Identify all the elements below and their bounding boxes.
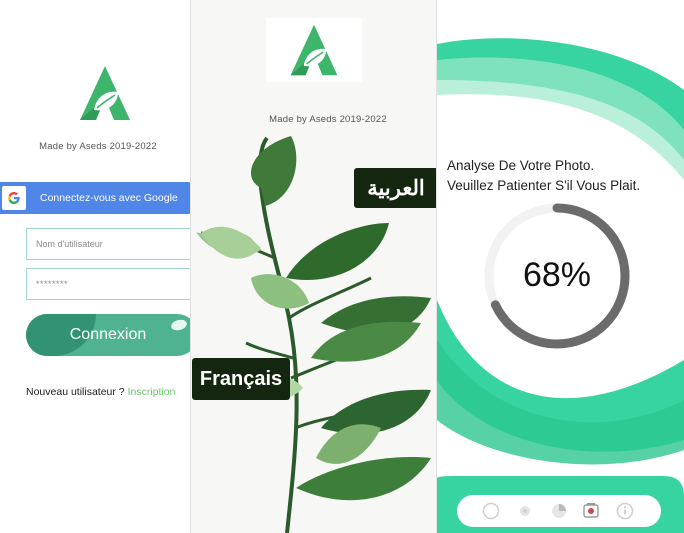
analysis-line-1: Analyse De Votre Photo. [447, 158, 595, 173]
google-signin-button[interactable]: Connectez-vous avec Google [0, 182, 190, 214]
app-logo-icon [80, 66, 130, 120]
bottom-nav [457, 495, 661, 527]
login-screen: Made by Aseds 2019-2022 Connectez-vous a… [0, 0, 190, 533]
language-screen: Made by Aseds 2019-2022 العربية Français [190, 0, 437, 533]
nav-home-icon[interactable] [481, 501, 501, 521]
analysis-screen: Analyse De Votre Photo. Veuillez Patient… [437, 0, 684, 533]
google-signin-label: Connectez-vous avec Google [40, 192, 178, 204]
login-button-label: Connexion [69, 326, 147, 343]
nav-dot-icon[interactable] [515, 501, 535, 521]
login-button[interactable]: Connexion [26, 314, 190, 356]
signup-prompt: Nouveau utilisateur ? Inscription [26, 386, 175, 398]
nav-photo-icon[interactable] [581, 501, 601, 521]
logo-card [266, 18, 362, 82]
analysis-message: Analyse De Votre Photo. Veuillez Patient… [447, 156, 640, 196]
nav-chart-icon[interactable] [549, 501, 569, 521]
arabic-language-option[interactable]: العربية [354, 168, 436, 208]
username-input[interactable]: Nom d'utilisateur [26, 228, 190, 260]
french-language-option[interactable]: Français [192, 358, 290, 400]
password-input[interactable]: ******** [26, 268, 190, 300]
nav-info-icon[interactable] [615, 501, 635, 521]
screenshot-collage: Made by Aseds 2019-2022 Connectez-vous a… [0, 0, 684, 533]
progress-percent: 68% [522, 256, 592, 294]
credit-text: Made by Aseds 2019-2022 [39, 141, 157, 152]
credit-text: Made by Aseds 2019-2022 [269, 114, 387, 125]
analysis-line-2: Veuillez Patienter S'il Vous Plait. [447, 178, 641, 193]
signup-link[interactable]: Inscription [128, 386, 176, 398]
signup-prompt-text: Nouveau utilisateur ? [26, 386, 128, 398]
google-g-icon [2, 186, 26, 210]
app-logo-icon [290, 24, 338, 76]
